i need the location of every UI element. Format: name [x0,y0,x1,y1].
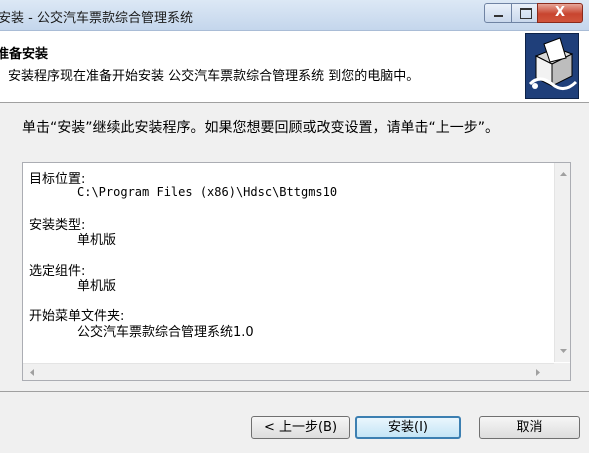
scroll-down-icon [560,349,567,353]
title-bar: 安装 - 公交汽车票款综合管理系统 X [0,0,589,31]
minimize-button[interactable] [484,3,512,23]
installer-box-icon [528,37,578,90]
scroll-up-icon [560,172,567,176]
scroll-arrows-v [560,172,567,353]
maximize-button[interactable] [511,3,538,23]
window-title: 安装 - 公交汽车票款综合管理系统 [0,11,193,26]
vertical-scrollbar[interactable] [554,163,570,362]
close-button[interactable]: X [537,3,583,23]
scroll-right-icon [536,369,540,376]
page-title: 准备安装 [0,47,49,62]
scroll-arrows-h [30,369,540,376]
installer-logo [525,33,579,99]
footer-divider [0,391,589,392]
maximize-icon [520,8,532,19]
cancel-button[interactable]: 取消 [479,416,580,439]
destination-value: C:\Program Files (x86)\Hdsc\Bttgms10 [77,185,338,199]
intro-text: 单击“安装”继续此安装程序。如果您想要回顾或改变设置，请单击“上一步”。 [22,120,500,136]
components-value: 单机版 [77,279,117,294]
page-subtitle: 安装程序现在准备开始安装 公交汽车票款综合管理系统 到您的电脑中。 [8,69,420,84]
close-icon: X [554,5,566,20]
summary-box[interactable]: 目标位置: C:\Program Files (x86)\Hdsc\Bttgms… [22,162,571,381]
horizontal-scrollbar[interactable] [23,363,554,380]
wizard-header: 准备安装 安装程序现在准备开始安装 公交汽车票款综合管理系统 到您的电脑中。 [0,31,589,103]
start-menu-value: 公交汽车票款综合管理系统1.0 [77,325,254,340]
minimize-icon [494,15,503,17]
setup-type-value: 单机版 [77,233,117,248]
back-button[interactable]: < 上一步(B) [251,416,350,439]
scroll-corner [554,363,570,380]
install-button[interactable]: 安装(I) [355,416,461,439]
scroll-left-icon [30,369,34,376]
